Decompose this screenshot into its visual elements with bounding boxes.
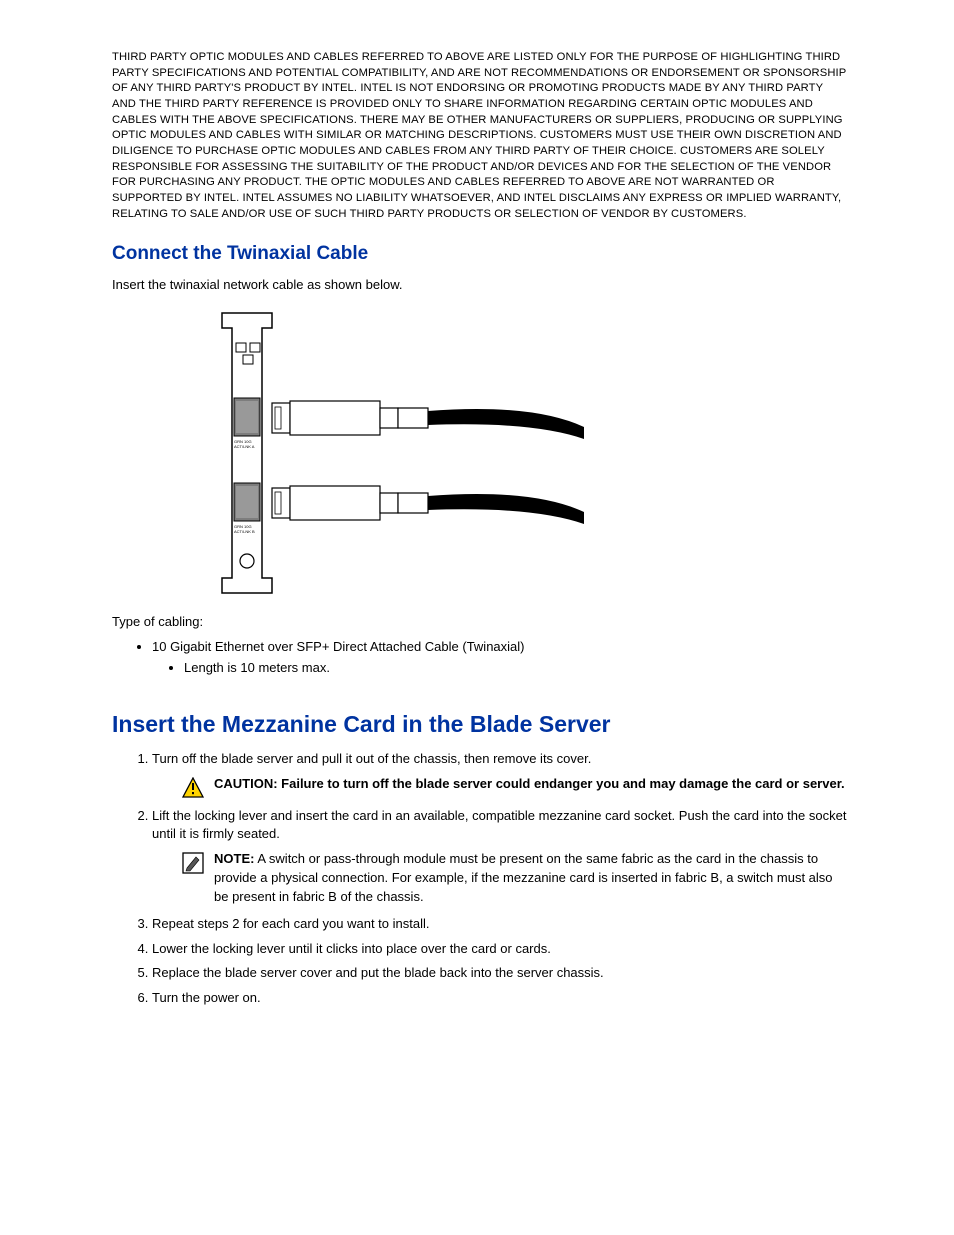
- type-of-cabling-label: Type of cabling:: [112, 613, 847, 632]
- label-act-b: ACT/LNK B: [234, 529, 255, 534]
- step-4: Lower the locking lever until it clicks …: [152, 940, 847, 959]
- mezzanine-steps: Turn off the blade server and pull it ou…: [112, 750, 847, 1008]
- caution-label: CAUTION:: [214, 776, 278, 791]
- step-5: Replace the blade server cover and put t…: [152, 964, 847, 983]
- step-2-text: Lift the locking lever and insert the ca…: [152, 808, 846, 842]
- note-callout: NOTE: A switch or pass-through module mu…: [182, 850, 847, 907]
- cabling-type-item: 10 Gigabit Ethernet over SFP+ Direct Att…: [152, 638, 847, 679]
- cabling-type-text: 10 Gigabit Ethernet over SFP+ Direct Att…: [152, 639, 525, 654]
- twinaxial-cable-illustration: GRN 10G ACT/LNK A GRN 10G ACT/LNK B: [212, 303, 592, 603]
- cabling-length-item: Length is 10 meters max.: [184, 659, 847, 678]
- caution-body: Failure to turn off the blade server cou…: [278, 776, 845, 791]
- caution-text: CAUTION: Failure to turn off the blade s…: [214, 775, 847, 794]
- note-label: NOTE:: [214, 851, 254, 866]
- lower-cable: [272, 486, 584, 524]
- step-3: Repeat steps 2 for each card you want to…: [152, 915, 847, 934]
- step-2: Lift the locking lever and insert the ca…: [152, 807, 847, 907]
- label-act-a: ACT/LNK A: [234, 444, 255, 449]
- note-text: NOTE: A switch or pass-through module mu…: [214, 850, 847, 907]
- note-body: A switch or pass-through module must be …: [214, 851, 833, 904]
- disclaimer-paragraph: THIRD PARTY OPTIC MODULES AND CABLES REF…: [112, 50, 847, 222]
- step-1-text: Turn off the blade server and pull it ou…: [152, 751, 591, 766]
- note-icon: [182, 852, 204, 874]
- caution-callout: CAUTION: Failure to turn off the blade s…: [182, 775, 847, 799]
- caution-icon: [182, 777, 204, 799]
- step-1: Turn off the blade server and pull it ou…: [152, 750, 847, 799]
- upper-cable: [272, 401, 584, 439]
- step-6: Turn the power on.: [152, 989, 847, 1008]
- cabling-type-list: 10 Gigabit Ethernet over SFP+ Direct Att…: [112, 638, 847, 679]
- heading-insert-mezzanine: Insert the Mezzanine Card in the Blade S…: [112, 708, 847, 741]
- twinaxial-figure: GRN 10G ACT/LNK A GRN 10G ACT/LNK B: [112, 303, 847, 603]
- heading-connect-twinaxial: Connect the Twinaxial Cable: [112, 240, 847, 268]
- twinaxial-intro: Insert the twinaxial network cable as sh…: [112, 276, 847, 295]
